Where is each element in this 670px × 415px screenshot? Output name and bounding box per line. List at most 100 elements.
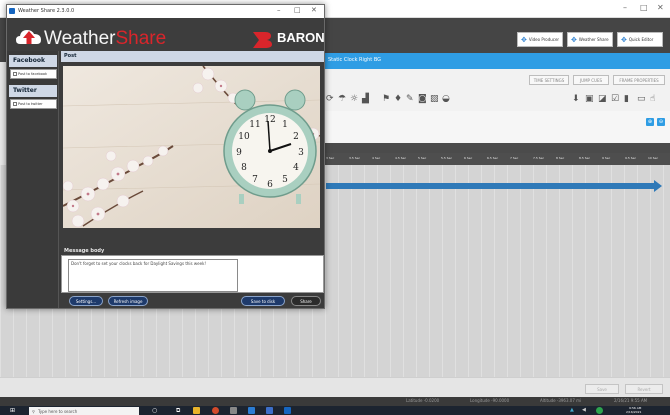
baron-logo-icon: [253, 32, 272, 48]
pointer-icon[interactable]: ☝: [650, 94, 655, 104]
weather-share-button[interactable]: ✥ Weather Share: [567, 32, 613, 47]
search-placeholder: Type here to search: [37, 408, 78, 414]
building-icon[interactable]: ▟: [362, 94, 369, 104]
check-frame-icon[interactable]: ☑: [611, 94, 619, 104]
move-arrows-icon: ✥: [521, 35, 527, 44]
timeline-header: [322, 143, 670, 153]
windows-taskbar: ⊞ ⚲ Type here to search ○ ⧉ ▲ ◀ 9:56 AM …: [0, 406, 670, 415]
ruler-tick: 7 Sec: [510, 156, 519, 160]
sun-icon[interactable]: ☼: [350, 94, 358, 104]
download-icon[interactable]: ⬇: [572, 94, 580, 104]
post-header: Post: [61, 51, 324, 62]
brush-icon[interactable]: ✎: [406, 94, 414, 104]
windows-start-icon[interactable]: ⊞: [10, 408, 16, 414]
svg-text:6: 6: [267, 180, 273, 190]
ruler-tick: 6.5 Sec: [487, 156, 499, 160]
refresh-image-button[interactable]: Refresh image: [108, 296, 148, 306]
checkbox-icon: [13, 102, 17, 106]
project-title: Static Clock Right BG: [328, 57, 382, 63]
post-to-twitter-button[interactable]: Post to twitter: [10, 99, 57, 109]
app-icon[interactable]: [230, 407, 237, 414]
task-switch-icon[interactable]: ⧉: [176, 407, 183, 414]
search-icon: ⚲: [32, 408, 35, 414]
weather-share-wordmark: WeatherShare: [44, 28, 167, 49]
dialog-title: Weather Share 2.3.0.0: [18, 8, 75, 14]
svg-text:5: 5: [282, 175, 288, 185]
minimize-button[interactable]: –: [277, 6, 281, 14]
ruler-tick: 9.5 Sec: [625, 156, 637, 160]
network-icon[interactable]: ▲: [570, 407, 577, 414]
ruler-tick: 10 Sec: [648, 156, 659, 160]
jump-cues-button[interactable]: JUMP CUES: [573, 75, 609, 85]
time-settings-button[interactable]: TIME SETTINGS: [529, 75, 569, 85]
revert-button[interactable]: Revert: [625, 384, 663, 394]
weather-share-dialog: Weather Share 2.3.0.0 – □ ✕ WeatherShare…: [6, 4, 325, 309]
timeline-track-bar[interactable]: [326, 183, 656, 189]
tray-status-icon[interactable]: [596, 407, 603, 414]
ruler-tick: 4 Sec: [372, 156, 381, 160]
svg-text:7: 7: [252, 175, 258, 185]
rotate-icon[interactable]: ⟳: [326, 94, 334, 104]
volume-icon[interactable]: ◀: [582, 407, 589, 414]
save-button[interactable]: Save: [585, 384, 619, 394]
file-explorer-icon[interactable]: [193, 407, 200, 414]
dialog-titlebar[interactable]: Weather Share 2.3.0.0 – □ ✕: [7, 5, 324, 18]
message-body-container: Don't forget to set your clocks back for…: [61, 255, 324, 293]
svg-text:12: 12: [264, 115, 275, 125]
ruler-tick: 7.5 Sec: [533, 156, 545, 160]
project-title-bar: Static Clock Right BG: [322, 53, 670, 69]
svg-text:10: 10: [238, 132, 250, 142]
ruler-tick: 9 Sec: [602, 156, 611, 160]
maximize-button[interactable]: □: [294, 6, 301, 14]
mail-icon[interactable]: [248, 407, 255, 414]
weather-symbol-icon[interactable]: ☂: [338, 94, 346, 104]
bg-maximize-button[interactable]: □: [640, 3, 648, 12]
chart-icon[interactable]: ▨: [430, 94, 439, 104]
svg-text:8: 8: [241, 163, 247, 173]
bg-close-button[interactable]: ✕: [657, 3, 664, 12]
svg-text:11: 11: [249, 120, 260, 130]
svg-text:1: 1: [282, 120, 288, 130]
settings-row: TIME SETTINGS JUMP CUES FRAME PROPERTIES: [322, 69, 670, 89]
bookmark-icon[interactable]: ▮: [624, 94, 629, 104]
svg-text:3: 3: [298, 148, 304, 158]
post-to-facebook-button[interactable]: Post to facebook: [10, 69, 57, 79]
share-sidebar: Facebook Post to facebook Twitter Post t…: [7, 51, 59, 308]
svg-text:2: 2: [293, 132, 299, 142]
ruler-tick: 3.5 Sec: [349, 156, 361, 160]
video-producer-button[interactable]: ✥ Video Producer: [517, 32, 563, 47]
bg-minimize-button[interactable]: –: [623, 3, 627, 12]
settings-button[interactable]: Settings...: [69, 296, 103, 306]
picture-icon[interactable]: ◪: [598, 94, 607, 104]
task-view-icon[interactable]: ○: [152, 407, 159, 414]
dialog-header: WeatherShare BARON: [7, 18, 324, 51]
tray-clock[interactable]: 9:56 AM 2/16/2021: [626, 406, 641, 414]
baron-brand-text: BARON: [277, 30, 325, 45]
image-icon[interactable]: ▣: [585, 94, 594, 104]
pin-icon[interactable]: ⚑: [382, 94, 390, 104]
longitude-readout: Longitude -90.0000: [470, 398, 510, 403]
close-button[interactable]: ✕: [311, 6, 317, 14]
weather-share-logo-icon: [16, 30, 41, 44]
taskbar-search-box[interactable]: ⚲ Type here to search: [29, 407, 139, 415]
browser-icon[interactable]: [212, 407, 219, 414]
zoom-in-icon[interactable]: ⊕: [646, 118, 654, 126]
facebook-header: Facebook: [9, 55, 57, 67]
message-body-input[interactable]: Don't forget to set your clocks back for…: [68, 259, 238, 292]
share-button[interactable]: Share: [291, 296, 321, 306]
zoom-out-icon[interactable]: ⊖: [657, 118, 665, 126]
message-body-label: Message body: [64, 248, 105, 254]
shape-icon[interactable]: ◙: [418, 94, 427, 104]
save-to-disk-button[interactable]: Save to disk: [241, 296, 285, 306]
frame-properties-button[interactable]: FRAME PROPERTIES: [613, 75, 665, 85]
timeline-track-arrow: [654, 180, 662, 192]
ruler-tick: 5 Sec: [418, 156, 427, 160]
baron-taskbar-icon[interactable]: [284, 407, 291, 414]
move-arrows-icon: ✥: [571, 35, 577, 44]
svg-text:9: 9: [236, 148, 242, 158]
quick-editor-button[interactable]: ✥ Quick Editor: [617, 32, 663, 47]
marker-icon[interactable]: ♦: [394, 94, 402, 104]
globe-icon[interactable]: ◒: [442, 94, 450, 104]
film-icon[interactable]: ▭: [637, 94, 646, 104]
weather-share-taskbar-icon[interactable]: [266, 407, 273, 414]
